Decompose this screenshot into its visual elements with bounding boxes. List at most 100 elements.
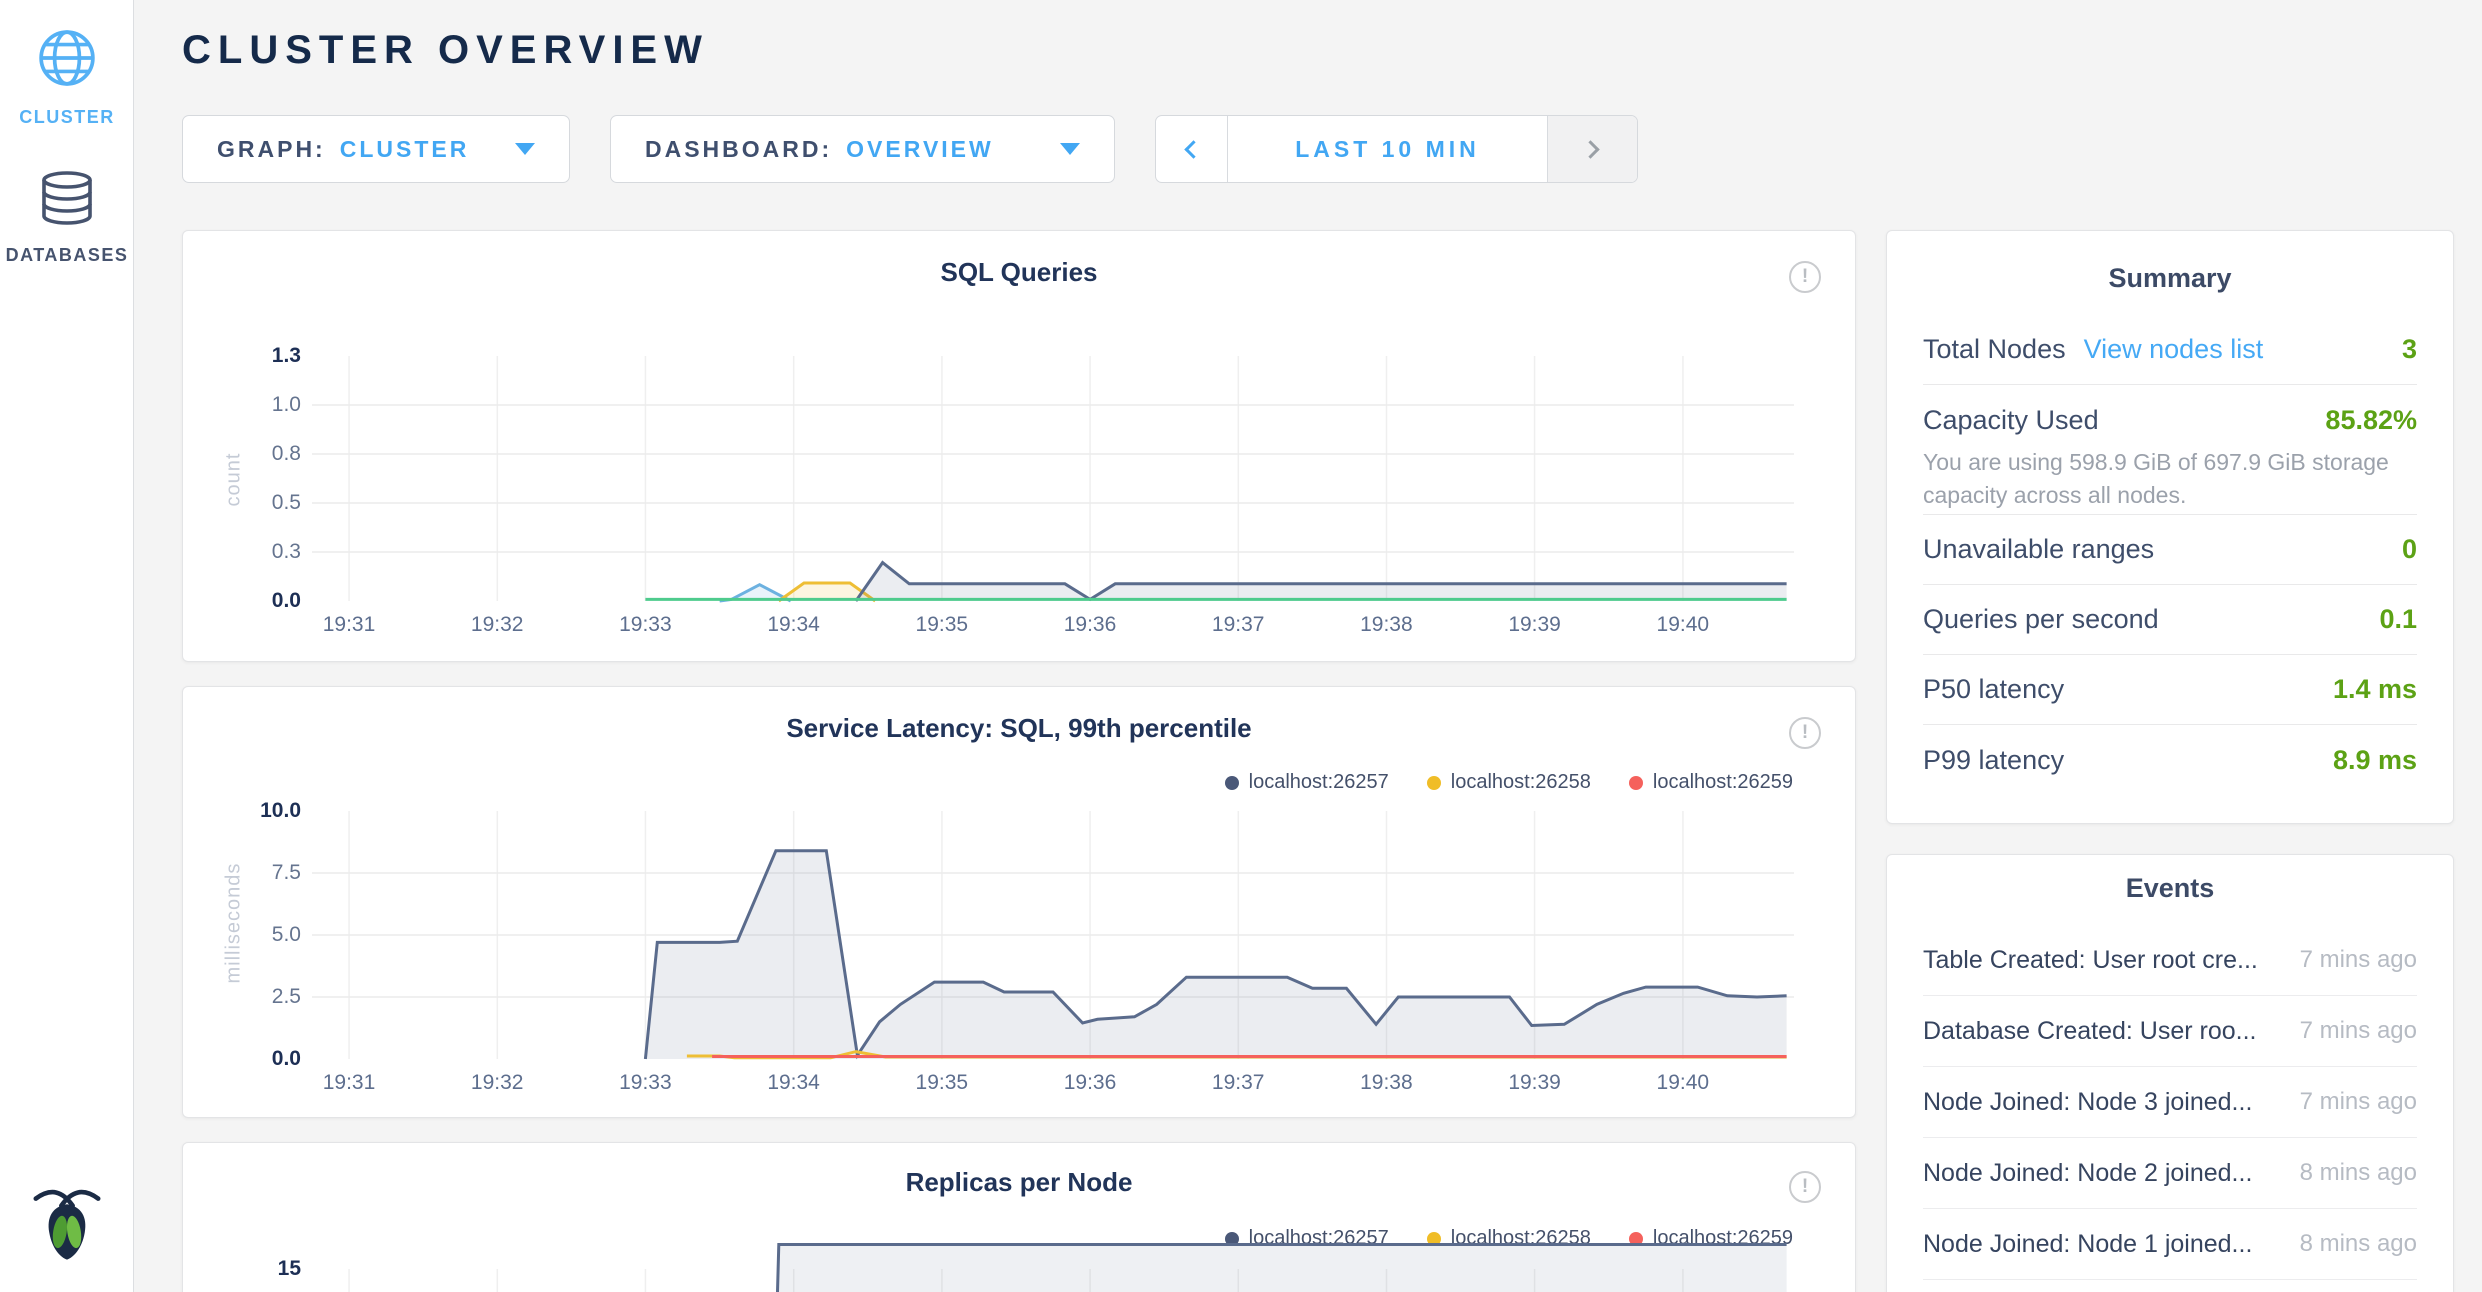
time-range-label[interactable]: LAST 10 MIN <box>1228 116 1547 182</box>
y-axis-unit: milliseconds <box>223 894 246 984</box>
event-time: 8 mins ago <box>2280 1159 2417 1187</box>
events-title: Events <box>1887 873 2453 904</box>
summary-row-p99-latency: P99 latency 8.9 ms <box>1923 725 2417 795</box>
sidebar-item-label: DATABASES <box>0 245 134 266</box>
x-tick: 19:32 <box>452 613 542 637</box>
x-tick: 19:37 <box>1193 1071 1283 1095</box>
event-row[interactable]: Node Joined: Node 2 joined... 8 mins ago <box>1923 1138 2417 1209</box>
y-tick: 0.0 <box>223 589 301 613</box>
summary-label: Total Nodes <box>1923 334 2066 365</box>
x-tick: 19:37 <box>1193 613 1283 637</box>
x-tick: 19:38 <box>1341 1071 1431 1095</box>
x-tick: 19:40 <box>1638 1071 1728 1095</box>
event-text: Node Joined: Node 2 joined... <box>1923 1159 2252 1188</box>
legend-item[interactable]: localhost:26259 <box>1629 771 1793 794</box>
cluster-overview-page: CLUSTER DATABASES <box>0 0 2482 1292</box>
sql-queries-plot[interactable] <box>312 356 1794 601</box>
event-row[interactable]: Table Created: User root cre... 7 mins a… <box>1923 925 2417 996</box>
y-tick: 1.0 <box>223 393 301 417</box>
dashboard-dropdown-label: DASHBOARD: <box>645 136 832 163</box>
x-tick: 19:38 <box>1341 613 1431 637</box>
service-latency-plot[interactable] <box>312 811 1794 1059</box>
y-axis-unit: count <box>223 435 246 525</box>
time-range-prev-button[interactable] <box>1156 116 1228 182</box>
legend-dot-icon <box>1225 776 1239 790</box>
summary-value: 8.9 ms <box>2333 745 2417 776</box>
x-tick: 19:39 <box>1490 613 1580 637</box>
summary-value: 1.4 ms <box>2333 674 2417 705</box>
x-tick: 19:34 <box>749 1071 839 1095</box>
summary-value: 85.82% <box>2325 405 2417 436</box>
legend-item[interactable]: localhost:26257 <box>1225 771 1389 794</box>
event-time: 7 mins ago <box>2280 1088 2417 1116</box>
view-nodes-list-link[interactable]: View nodes list <box>2084 334 2264 365</box>
event-time: 8 mins ago <box>2280 1230 2417 1258</box>
time-range-selector: LAST 10 MIN <box>1155 115 1638 183</box>
time-range-next-button[interactable] <box>1547 116 1637 182</box>
legend-dot-icon <box>1629 776 1643 790</box>
x-tick: 19:33 <box>600 613 690 637</box>
page-title: CLUSTER OVERVIEW <box>182 28 709 73</box>
summary-title: Summary <box>1887 263 2453 294</box>
globe-icon <box>37 75 97 92</box>
dashboard-dropdown[interactable]: DASHBOARD: OVERVIEW <box>610 115 1115 183</box>
replicas-per-node-plot[interactable] <box>312 1269 1794 1292</box>
graph-dropdown-value: CLUSTER <box>340 136 470 163</box>
event-row[interactable]: Node Joined: Node 1 joined... 8 mins ago <box>1923 1209 2417 1280</box>
x-tick: 19:36 <box>1045 613 1135 637</box>
event-row[interactable]: Database Created: User roo... 7 mins ago <box>1923 996 2417 1067</box>
summary-value: 0 <box>2402 534 2417 565</box>
event-text: Node Joined: Node 1 joined... <box>1923 1230 2252 1259</box>
x-tick: 19:35 <box>897 1071 987 1095</box>
event-row[interactable]: Node Joined: Node 3 joined... 7 mins ago <box>1923 1067 2417 1138</box>
event-text: Table Created: User root cre... <box>1923 946 2258 975</box>
sidebar-item-label: CLUSTER <box>0 107 134 128</box>
chevron-right-icon <box>1581 140 1599 158</box>
summary-label: Queries per second <box>1923 604 2159 635</box>
legend-label: localhost:26259 <box>1653 771 1793 794</box>
x-tick: 19:36 <box>1045 1071 1135 1095</box>
x-tick: 19:31 <box>304 1071 394 1095</box>
cockroachdb-logo-icon[interactable] <box>0 1183 134 1266</box>
y-tick: 10.0 <box>223 799 301 823</box>
summary-row-p50-latency: P50 latency 1.4 ms <box>1923 655 2417 725</box>
x-tick: 19:31 <box>304 613 394 637</box>
y-tick: 2.5 <box>223 985 301 1009</box>
event-time: 7 mins ago <box>2280 1017 2417 1045</box>
sidebar: CLUSTER DATABASES <box>0 0 134 1292</box>
event-time: 7 mins ago <box>2280 946 2417 974</box>
y-tick: 0.0 <box>223 1047 301 1071</box>
sidebar-item-databases[interactable]: DATABASES <box>0 170 134 266</box>
service-latency-chart-card: Service Latency: SQL, 99th percentile ! … <box>182 686 1856 1118</box>
sidebar-item-cluster[interactable]: CLUSTER <box>0 28 134 128</box>
y-tick: 0.3 <box>223 540 301 564</box>
graph-dropdown[interactable]: GRAPH: CLUSTER <box>182 115 570 183</box>
summary-row-unavailable-ranges: Unavailable ranges 0 <box>1923 515 2417 585</box>
x-tick: 19:32 <box>452 1071 542 1095</box>
summary-label: Unavailable ranges <box>1923 534 2154 565</box>
event-text: Database Created: User roo... <box>1923 1017 2257 1046</box>
summary-label: P99 latency <box>1923 745 2064 776</box>
chart-title: SQL Queries <box>183 257 1855 288</box>
summary-rows: Total Nodes View nodes list 3 Capacity U… <box>1923 315 2417 795</box>
legend-label: localhost:26258 <box>1451 771 1591 794</box>
event-text: Node Joined: Node 3 joined... <box>1923 1088 2252 1117</box>
events-rows: Table Created: User root cre... 7 mins a… <box>1923 925 2417 1280</box>
graph-dropdown-label: GRAPH: <box>217 136 326 163</box>
sql-queries-chart-card: SQL Queries ! 1.3 1.0 0.8 0.5 0.3 0.0 co… <box>182 230 1856 662</box>
chart-title: Service Latency: SQL, 99th percentile <box>183 713 1855 744</box>
info-icon[interactable]: ! <box>1789 717 1821 749</box>
summary-row-total-nodes: Total Nodes View nodes list 3 <box>1923 315 2417 385</box>
summary-row-queries-per-second: Queries per second 0.1 <box>1923 585 2417 655</box>
chevron-down-icon <box>1060 143 1080 155</box>
x-tick: 19:34 <box>749 613 839 637</box>
info-icon[interactable]: ! <box>1789 1171 1821 1203</box>
chart-title: Replicas per Node <box>183 1167 1855 1198</box>
chevron-down-icon <box>515 143 535 155</box>
capacity-description: You are using 598.9 GiB of 697.9 GiB sto… <box>1923 446 2417 513</box>
legend-item[interactable]: localhost:26258 <box>1427 771 1591 794</box>
summary-value: 3 <box>2402 334 2417 365</box>
legend-label: localhost:26257 <box>1249 771 1389 794</box>
chart-legend: localhost:26257 localhost:26258 localhos… <box>1225 771 1793 794</box>
info-icon[interactable]: ! <box>1789 261 1821 293</box>
